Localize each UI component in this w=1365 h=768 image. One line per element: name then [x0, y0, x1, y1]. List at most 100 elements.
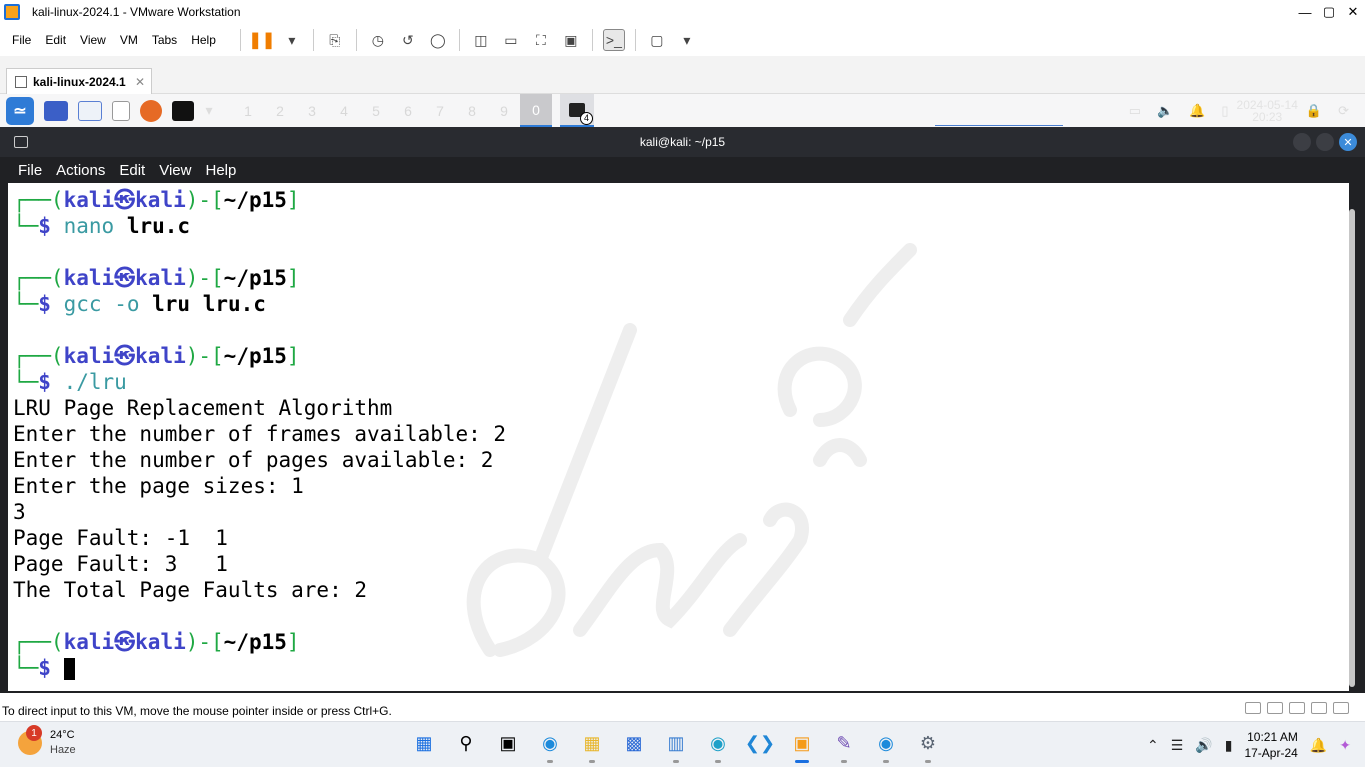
terminal-scrollbar[interactable] — [1349, 209, 1355, 687]
taskbar-terminal-button[interactable]: 4 — [560, 94, 594, 127]
workspace-2[interactable]: 2 — [264, 103, 296, 119]
close-icon[interactable]: ✕ — [135, 75, 145, 89]
weather-condition: Haze — [50, 744, 76, 756]
menu-tabs[interactable]: Tabs — [152, 33, 177, 47]
task-view-icon[interactable]: ▣ — [493, 728, 523, 758]
maximize-icon[interactable]: ▢ — [1317, 0, 1341, 24]
menu-view[interactable]: View — [80, 33, 106, 47]
minimize-icon[interactable]: — — [1293, 0, 1317, 24]
windows-taskbar: 1 24°C Haze ▦ ⚲ ▣ ◉ ▦ ▩ ▥ ◉ ❮❯ ▣ ✎ ◉ ⚙ ⌃… — [0, 721, 1365, 767]
sound-icon[interactable] — [1289, 702, 1305, 714]
workspace-4[interactable]: 4 — [328, 103, 360, 119]
output-line: Page Fault: 3 1 — [13, 552, 228, 576]
menu-vm[interactable]: VM — [120, 33, 138, 47]
terminal-menu-help[interactable]: Help — [205, 162, 236, 179]
snapshot-icon[interactable]: ◷ — [367, 29, 389, 51]
terminal-menu-file[interactable]: File — [18, 162, 42, 179]
revert-snapshot-icon[interactable]: ↺ — [397, 29, 419, 51]
file-manager-icon[interactable] — [78, 100, 102, 121]
menu-file[interactable]: File — [12, 33, 31, 47]
kali-menu-icon[interactable]: ≃ — [6, 96, 34, 125]
prompt-line: ┌──(kali㉿kali)-[~/p15] — [13, 630, 300, 654]
network-icon[interactable] — [1267, 702, 1283, 714]
maximize-icon[interactable] — [1316, 133, 1334, 151]
output-line: Enter the page sizes: 1 — [13, 474, 304, 498]
close-icon[interactable]: ✕ — [1341, 0, 1365, 24]
console-view-icon[interactable]: ▭ — [500, 29, 522, 51]
chevron-up-icon[interactable]: ⌃ — [1147, 737, 1159, 754]
message-icon[interactable] — [1333, 702, 1349, 714]
workspace-0[interactable]: 0 — [520, 94, 552, 127]
stretch-icon[interactable]: ▢ — [646, 29, 668, 51]
menu-help[interactable]: Help — [191, 33, 216, 47]
chevron-down-icon[interactable]: ▾ — [676, 29, 698, 51]
system-clock[interactable]: 10:21 AM 17-Apr-24 — [1244, 729, 1297, 761]
panel-date: 2024-05-14 — [1236, 97, 1298, 112]
start-icon[interactable]: ▦ — [409, 728, 439, 758]
workspace-6[interactable]: 6 — [392, 103, 424, 119]
window-title: kali-linux-2024.1 - VMware Workstation — [32, 5, 241, 19]
workspace-5[interactable]: 5 — [360, 103, 392, 119]
terminal-output[interactable]: ┌──(kali㉿kali)-[~/p15] └─$ nano lru.c ┌─… — [8, 183, 1349, 691]
chevron-down-icon[interactable]: ▾ — [198, 100, 220, 122]
vmware-icon[interactable]: ▣ — [787, 728, 817, 763]
output-line: Enter the number of frames available: 2 — [13, 422, 507, 446]
window-icon[interactable]: ▭ — [1129, 103, 1141, 119]
workspace-1[interactable]: 1 — [232, 103, 264, 119]
minimize-icon[interactable] — [1293, 133, 1311, 151]
store-icon[interactable]: ▩ — [619, 728, 649, 758]
text-editor-icon[interactable] — [112, 100, 130, 121]
terminal-view-icon[interactable]: >_ — [602, 29, 625, 51]
menu-edit[interactable]: Edit — [45, 33, 66, 47]
vm-icon — [15, 75, 27, 88]
copilot-icon[interactable]: ✦ — [1339, 737, 1351, 754]
weather-widget[interactable]: 1 24°C Haze — [18, 725, 76, 758]
vmware-toolbar: ❚❚ ▾ ⎘ ◷ ↺ ◯ ◫ ▭ ⛶ ▣ >_ ▢ ▾ — [234, 29, 702, 51]
terminal-window: kali@kali: ~/p15 ✕ File Actions Edit Vie… — [0, 127, 1365, 693]
file-explorer-icon[interactable]: ▦ — [577, 728, 607, 763]
search-icon[interactable]: ⚲ — [451, 728, 481, 758]
send-ctrl-alt-del-icon[interactable]: ⎘ — [324, 29, 346, 51]
vmware-menubar: File Edit View VM Tabs Help ❚❚ ▾ ⎘ ◷ ↺ ◯… — [0, 24, 1365, 56]
snapshot-manager-icon[interactable]: ◯ — [427, 29, 449, 51]
volume-icon[interactable]: 🔈 — [1157, 103, 1173, 119]
sidebar-icon[interactable]: ◫ — [470, 29, 492, 51]
workspace-7[interactable]: 7 — [424, 103, 456, 119]
edge-dev-icon[interactable]: ◉ — [871, 728, 901, 763]
terminal-menu-edit[interactable]: Edit — [119, 162, 145, 179]
hard-disk-icon[interactable] — [1245, 702, 1261, 714]
desktop-icon[interactable] — [44, 100, 68, 121]
output-line: 3 — [13, 500, 26, 524]
power-icon[interactable]: ⟳ — [1338, 103, 1349, 119]
tab-kali-linux[interactable]: kali-linux-2024.1 ✕ — [6, 68, 152, 94]
terminal-menu-actions[interactable]: Actions — [56, 162, 105, 179]
workspace-8[interactable]: 8 — [456, 103, 488, 119]
workspace-3[interactable]: 3 — [296, 103, 328, 119]
bell-icon[interactable]: 🔔 — [1189, 103, 1205, 119]
unity-icon[interactable]: ▣ — [560, 29, 582, 51]
edge-icon[interactable]: ◉ — [703, 728, 733, 763]
volume-icon[interactable]: 🔊 — [1195, 737, 1212, 754]
vscode-icon[interactable]: ❮❯ — [745, 728, 775, 758]
wifi-icon[interactable]: ☰ — [1171, 737, 1184, 754]
terminal-icon — [14, 136, 28, 148]
printer-icon[interactable] — [1311, 702, 1327, 714]
pause-icon[interactable]: ❚❚ — [248, 29, 275, 51]
battery-icon[interactable]: ▮ — [1225, 737, 1233, 754]
edge-profile-icon[interactable]: ◉ — [535, 728, 565, 763]
battery-icon[interactable]: ▯ — [1221, 103, 1228, 119]
lock-icon[interactable]: 🔒 — [1306, 103, 1322, 119]
bell-icon[interactable]: 🔔 — [1310, 737, 1327, 754]
firefox-icon[interactable] — [140, 99, 162, 122]
fullscreen-icon[interactable]: ⛶ — [530, 29, 552, 51]
terminal-menu-view[interactable]: View — [159, 162, 191, 179]
chevron-down-icon[interactable]: ▾ — [281, 29, 303, 51]
panel-clock[interactable]: 2024-05-14 20:23 — [1237, 99, 1298, 123]
close-icon[interactable]: ✕ — [1339, 133, 1357, 151]
taskbar-apps: ▦ ⚲ ▣ ◉ ▦ ▩ ▥ ◉ ❮❯ ▣ ✎ ◉ ⚙ — [403, 728, 949, 763]
snipping-tool-icon[interactable]: ✎ — [829, 728, 859, 763]
photos-icon[interactable]: ▥ — [661, 728, 691, 763]
workspace-9[interactable]: 9 — [488, 103, 520, 119]
settings-icon[interactable]: ⚙ — [913, 728, 943, 763]
terminal-icon[interactable] — [172, 100, 194, 121]
